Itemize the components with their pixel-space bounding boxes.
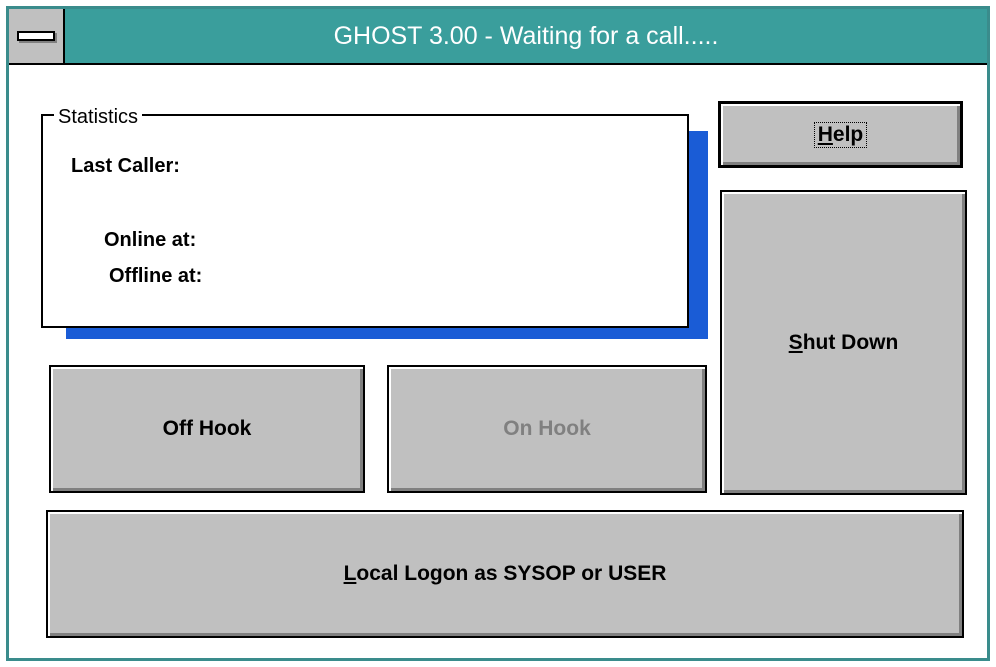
on-hook-button[interactable]: On Hook	[387, 365, 707, 493]
local-logon-button[interactable]: Local Logon as SYSOP or USER	[46, 510, 964, 638]
local-logon-button-label: Local Logon as SYSOP or USER	[343, 562, 667, 585]
title-bar[interactable]: GHOST 3.00 - Waiting for a call.....	[9, 9, 987, 65]
system-menu-icon	[17, 31, 55, 41]
offline-at-label: Offline at:	[109, 265, 203, 287]
window-title: GHOST 3.00 - Waiting for a call.....	[333, 21, 719, 50]
help-button[interactable]: Help	[718, 101, 963, 168]
last-caller-label: Last Caller:	[71, 155, 180, 177]
off-hook-button[interactable]: Off Hook	[49, 365, 365, 493]
system-menu-button[interactable]	[9, 9, 65, 63]
shut-down-button[interactable]: Shut Down	[720, 190, 967, 495]
shut-down-button-label: Shut Down	[788, 330, 899, 354]
statistics-groupbox	[41, 114, 689, 328]
help-button-label: Help	[813, 121, 868, 148]
online-at-label: Online at:	[104, 229, 197, 251]
statistics-legend: Statistics	[54, 106, 143, 129]
